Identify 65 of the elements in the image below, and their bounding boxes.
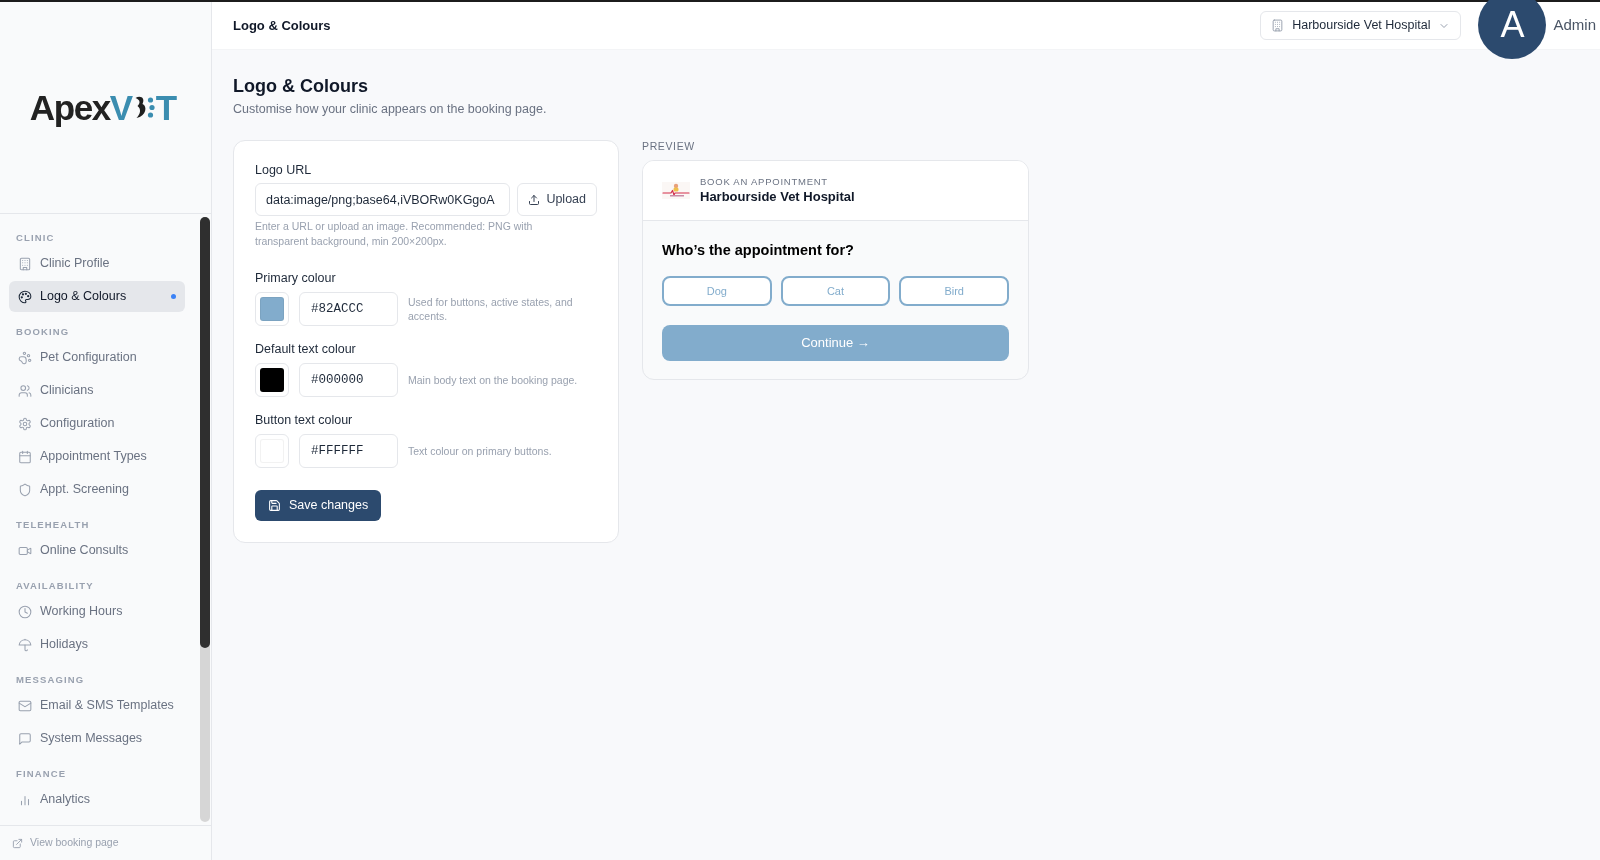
save-icon <box>268 499 281 512</box>
sidebar-item[interactable]: Online Consults <box>9 535 185 566</box>
sidebar-item[interactable]: Clinicians <box>9 375 185 406</box>
sidebar-item[interactable]: System Messages <box>9 723 185 754</box>
umbrella-icon <box>18 637 32 652</box>
section-label: FINANCE <box>15 767 68 781</box>
page-title: Logo & Colours <box>233 75 369 98</box>
settings-icon <box>18 416 32 431</box>
section-label: TELEHEALTH <box>15 518 91 532</box>
field-hint: Used for buttons, active states, and accents. <box>408 294 574 324</box>
hex-color-field[interactable]: #82ACCC <box>299 292 398 326</box>
logo-url-field[interactable]: data:image/png;base64,iVBORw0KGgoA <box>255 183 511 216</box>
clock-icon <box>18 604 32 619</box>
user-name: Admin <box>1553 15 1596 36</box>
clinic-logo-icon <box>662 182 690 199</box>
shield-icon <box>18 482 32 497</box>
view-booking-page-link[interactable]: View booking page <box>12 835 119 851</box>
sidebar-item[interactable]: Configuration <box>9 408 185 439</box>
field-label: Primary colour <box>255 270 337 287</box>
upload-icon <box>528 193 541 206</box>
preview-question: Who’s the appointment for? <box>662 241 855 260</box>
pet-option-button[interactable]: Bird <box>899 276 1009 306</box>
building-icon <box>1271 19 1285 32</box>
logo-wordmark: ApexV <box>29 90 132 125</box>
hex-color-field[interactable]: #FFFFFF <box>299 434 398 468</box>
user-avatar[interactable]: A <box>1478 0 1547 60</box>
field-label: Button text colour <box>255 412 354 429</box>
hex-color-field[interactable]: #000000 <box>299 363 398 397</box>
clinic-select[interactable]: Harbourside Vet Hospital <box>1260 11 1462 40</box>
page-subtitle: Customise how your clinic appears on the booking page. <box>233 101 548 118</box>
field-hint: Enter a URL or upload an image. Recommended: PNG with transparent background, min 200×200px. <box>255 219 534 248</box>
sidebar-item[interactable]: Pet Configuration <box>9 342 185 373</box>
section-label: BOOKING <box>15 325 71 339</box>
preview-clinic-name: Harbourside Vet Hospital <box>700 187 855 206</box>
sidebar-item[interactable]: Working Hours <box>9 596 185 627</box>
users-icon <box>18 383 32 398</box>
preview-eyebrow: BOOK AN APPOINTMENT <box>700 175 829 188</box>
section-label: AVAILABILITY <box>15 579 95 593</box>
calendar-icon <box>18 449 32 464</box>
pet-option-button[interactable]: Cat <box>780 276 891 306</box>
paw-print-icon <box>18 350 32 365</box>
building-icon <box>18 256 32 271</box>
upload-button[interactable]: Upload <box>517 183 597 216</box>
sidebar-item[interactable]: Logo & Colours <box>9 281 185 312</box>
logo-wordmark-end: T <box>155 90 178 125</box>
preview-label: PREVIEW <box>642 140 696 152</box>
header-title: Logo & Colours <box>233 16 331 35</box>
sidebar-item[interactable]: Email & SMS Templates <box>9 690 185 721</box>
field-label: Logo URL <box>255 162 313 179</box>
sidebar-item[interactable]: Analytics <box>9 784 185 815</box>
field-label: Default text colour <box>255 341 357 358</box>
sidebar-item[interactable]: Holidays <box>9 629 185 660</box>
palette-icon <box>18 289 32 304</box>
section-label: MESSAGING <box>15 673 86 687</box>
external-link-icon <box>12 837 23 849</box>
sidebar-item[interactable]: Clinic Profile <box>9 248 185 279</box>
mail-icon <box>18 698 32 713</box>
save-button[interactable]: Save changes <box>255 490 382 521</box>
sidebar-item[interactable]: Appointment Types <box>9 441 185 472</box>
field-hint: Main body text on the booking page. <box>408 372 579 388</box>
section-label: CLINIC <box>15 231 56 245</box>
pet-option-button[interactable]: Dog <box>662 276 772 306</box>
scrollbar-thumb[interactable] <box>200 217 210 648</box>
sidebar-item[interactable]: Appt. Screening <box>9 474 185 505</box>
field-hint: Text colour on primary buttons. <box>408 443 553 459</box>
